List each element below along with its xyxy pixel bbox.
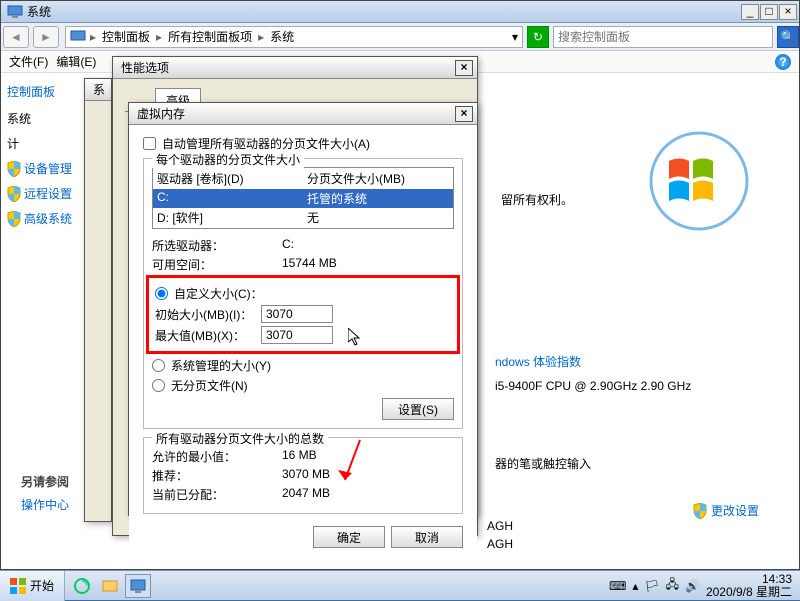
taskbar-app-icon[interactable]: [69, 574, 95, 598]
windows-logo: [649, 131, 749, 231]
max-size-input[interactable]: [261, 326, 333, 344]
nav-system: 系统: [7, 110, 83, 127]
search-input[interactable]: [558, 30, 768, 44]
search-button[interactable]: 🔍: [777, 26, 799, 48]
dialog-title: 虚拟内存: [137, 105, 455, 122]
set-button[interactable]: 设置(S): [382, 398, 454, 420]
initial-size-label: 初始大小(MB)(I)：: [155, 306, 261, 323]
shield-icon: [7, 211, 21, 227]
custom-size-radio[interactable]: 自定义大小(C)：: [155, 285, 451, 302]
system-tray: ⌨ ▴ 🏳 🖧 🔊 14:33 2020/9/8 星期二: [601, 573, 800, 599]
windows-logo-icon: [10, 578, 26, 594]
tray-flag-icon[interactable]: 🏳: [644, 579, 659, 593]
taskbar-system-icon[interactable]: [125, 574, 151, 598]
close-button[interactable]: ×: [779, 4, 797, 20]
pen-text: 器的笔或触控输入: [495, 455, 591, 472]
system-managed-radio[interactable]: 系统管理的大小(Y): [152, 357, 454, 374]
computer-icon: [70, 29, 86, 45]
nav-advsys[interactable]: 高级系统: [7, 210, 83, 227]
nav-plan: 计: [7, 135, 83, 152]
tray-volume-icon[interactable]: 🔊: [685, 579, 700, 593]
shield-icon: [7, 161, 21, 177]
minimize-button[interactable]: _: [741, 4, 759, 20]
start-button[interactable]: 开始: [0, 571, 65, 601]
auto-manage-input[interactable]: [143, 137, 156, 150]
drive-list[interactable]: 驱动器 [卷标](D)分页文件大小(MB) C:托管的系统 D: [软件]无: [152, 167, 454, 229]
search-box[interactable]: [553, 26, 773, 48]
group-legend: 每个驱动器的分页文件大小: [152, 151, 304, 168]
group-legend: 所有驱动器分页文件大小的总数: [152, 430, 328, 447]
rating-link[interactable]: ndows 体验指数: [495, 353, 581, 370]
navbar: ◄ ► ▸ 控制面板▸ 所有控制面板项▸ 系统 ▾ ↻ 🔍: [1, 23, 799, 51]
crumb[interactable]: 所有控制面板项: [168, 28, 252, 45]
dialog-title: 性能选项: [121, 59, 455, 76]
forward-button[interactable]: ►: [33, 26, 59, 48]
tray-network-icon[interactable]: 🖧: [666, 575, 679, 596]
close-button[interactable]: ×: [455, 106, 473, 122]
cpu-text: i5-9400F CPU @ 2.90GHz 2.90 GHz: [495, 379, 691, 393]
tray-clock[interactable]: 14:33 2020/9/8 星期二: [706, 573, 792, 599]
back-button[interactable]: ◄: [3, 26, 29, 48]
system-properties-dialog: 系: [84, 78, 112, 522]
cancel-button[interactable]: 取消: [391, 526, 463, 548]
action-center-link[interactable]: 操作中心: [21, 498, 69, 512]
taskbar: 开始 ⌨ ▴ 🏳 🖧 🔊 14:33 2020/9/8 星期二: [0, 570, 800, 600]
help-icon[interactable]: ?: [775, 54, 791, 70]
agh-text: AGH: [487, 537, 513, 551]
titlebar: 系统 _ □ ×: [1, 1, 799, 23]
menu-file[interactable]: 文件(F): [9, 53, 48, 70]
shield-icon: [7, 186, 21, 202]
change-settings-link[interactable]: 更改设置: [693, 502, 759, 519]
window-title: 系统: [27, 3, 741, 20]
max-size-label: 最大值(MB)(X)：: [155, 327, 261, 344]
close-button[interactable]: ×: [455, 60, 473, 76]
see-also-label: 另请参阅: [21, 473, 69, 490]
nav-cp-home[interactable]: 控制面板: [7, 83, 83, 100]
taskbar-explorer-icon[interactable]: [97, 574, 123, 598]
dialog-titlebar[interactable]: 虚拟内存 ×: [129, 103, 477, 125]
menu-edit[interactable]: 编辑(E): [56, 53, 96, 70]
maximize-button[interactable]: □: [760, 4, 778, 20]
computer-icon: [7, 4, 23, 20]
nav-remote[interactable]: 远程设置: [7, 185, 83, 202]
highlight-annotation: 自定义大小(C)： 初始大小(MB)(I)： 最大值(MB)(X)：: [146, 275, 460, 354]
tray-chevron-icon[interactable]: ▴: [632, 579, 638, 593]
crumb[interactable]: 控制面板: [102, 28, 150, 45]
refresh-button[interactable]: ↻: [527, 26, 549, 48]
drive-row[interactable]: D: [软件]无: [153, 208, 453, 227]
drive-row[interactable]: C:托管的系统: [153, 189, 453, 208]
agh-text: AGH: [487, 519, 513, 533]
totals-group: 所有驱动器分页文件大小的总数 允许的最小值：16 MB 推荐：3070 MB 当…: [143, 437, 463, 514]
copyright-text: 留所有权利。: [501, 191, 573, 208]
tray-keyboard-icon[interactable]: ⌨: [609, 579, 626, 593]
dialog-title: 系: [93, 81, 107, 98]
auto-manage-checkbox[interactable]: 自动管理所有驱动器的分页文件大小(A): [143, 135, 463, 152]
dialog-titlebar[interactable]: 性能选项 ×: [113, 57, 477, 79]
nav-devmgr[interactable]: 设备管理: [7, 160, 83, 177]
virtual-memory-dialog: 虚拟内存 × 自动管理所有驱动器的分页文件大小(A) 每个驱动器的分页文件大小 …: [128, 102, 478, 516]
per-drive-group: 每个驱动器的分页文件大小 驱动器 [卷标](D)分页文件大小(MB) C:托管的…: [143, 158, 463, 429]
ok-button[interactable]: 确定: [313, 526, 385, 548]
crumb[interactable]: 系统: [270, 28, 294, 45]
shield-icon: [693, 503, 707, 519]
address-bar[interactable]: ▸ 控制面板▸ 所有控制面板项▸ 系统 ▾: [65, 26, 523, 48]
initial-size-input[interactable]: [261, 305, 333, 323]
no-paging-radio[interactable]: 无分页文件(N): [152, 377, 454, 394]
